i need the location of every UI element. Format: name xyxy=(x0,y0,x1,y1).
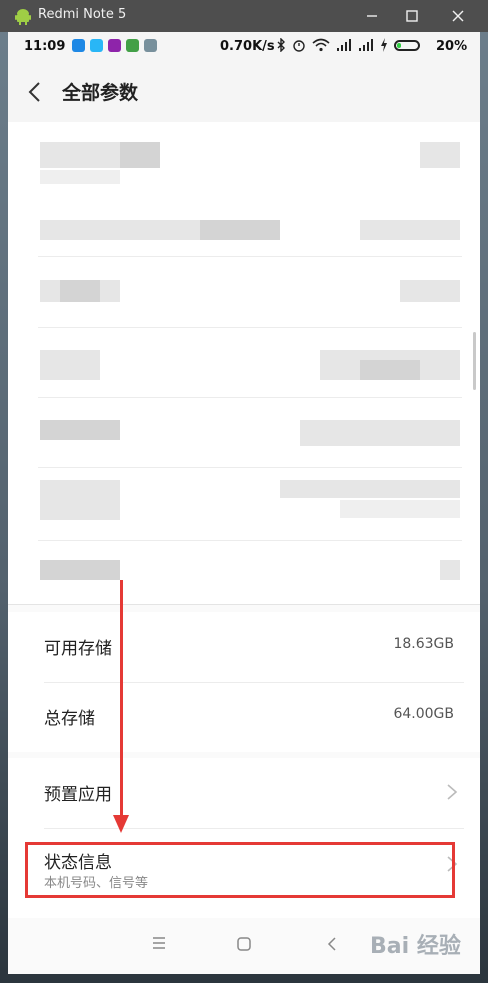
total-storage-row: 总存储 64.00GB xyxy=(8,682,480,752)
blurred-block xyxy=(40,350,100,380)
signal-icon xyxy=(337,39,351,51)
maximize-button[interactable] xyxy=(392,0,432,32)
battery-icon xyxy=(394,39,420,51)
divider xyxy=(38,397,462,398)
blurred-block xyxy=(340,500,460,518)
blurred-block xyxy=(40,170,120,184)
divider xyxy=(38,256,462,257)
system-icons xyxy=(276,38,420,52)
window-title: Redmi Note 5 xyxy=(38,7,127,22)
annotation-highlight-box xyxy=(25,842,455,898)
divider xyxy=(38,327,462,328)
preinstalled-apps-row[interactable]: 预置应用 xyxy=(8,758,480,828)
blurred-block xyxy=(360,220,460,240)
home-icon[interactable] xyxy=(236,936,252,952)
scrollbar[interactable] xyxy=(473,332,476,390)
status-time: 11:09 xyxy=(24,39,66,54)
maximize-icon xyxy=(406,10,418,22)
charging-icon xyxy=(381,38,387,52)
blurred-block xyxy=(200,220,280,240)
status-bar: 11:09 0.70K/s 20% xyxy=(8,32,480,62)
back-arrow-icon[interactable] xyxy=(24,80,48,104)
blurred-block xyxy=(280,480,460,498)
android-notification-icon xyxy=(126,39,139,52)
phone-screen: 11:09 0.70K/s 20% 全部参数 可用存储 18.63GB 总存储 … xyxy=(8,32,480,974)
alarm-icon xyxy=(293,40,305,52)
blurred-block xyxy=(300,420,460,446)
obscured-parameters xyxy=(8,122,480,605)
menu-icon[interactable] xyxy=(151,936,167,950)
blurred-block xyxy=(400,280,460,302)
battery-percent: 20% xyxy=(436,39,468,54)
bluetooth-icon xyxy=(277,38,285,52)
window-titlebar: Redmi Note 5 xyxy=(0,0,488,32)
divider xyxy=(44,828,464,829)
baidu-watermark: Bai 经验 xyxy=(370,934,461,959)
blurred-block xyxy=(40,480,120,520)
message-notification-icon xyxy=(144,39,157,52)
preinstalled-apps-label: 预置应用 xyxy=(44,785,112,805)
total-storage-label: 总存储 xyxy=(44,709,95,729)
storage-card: 可用存储 18.63GB 总存储 64.00GB xyxy=(8,612,480,752)
blurred-block xyxy=(440,560,460,580)
available-storage-row: 可用存储 18.63GB xyxy=(8,612,480,682)
page-header: 全部参数 xyxy=(8,62,480,122)
android-icon xyxy=(15,9,31,25)
minimize-icon xyxy=(367,15,377,17)
page-title: 全部参数 xyxy=(62,82,139,104)
blurred-block xyxy=(40,420,120,440)
annotation-arrow-line xyxy=(120,580,123,818)
blurred-block xyxy=(120,142,160,168)
usb-icon xyxy=(72,39,85,52)
divider xyxy=(38,467,462,468)
blurred-block xyxy=(40,560,120,580)
back-icon[interactable] xyxy=(326,936,338,952)
available-storage-label: 可用存储 xyxy=(44,639,112,659)
close-icon xyxy=(452,10,464,22)
annotation-arrow-head xyxy=(113,815,129,833)
close-button[interactable] xyxy=(438,0,478,32)
signal-icon-2 xyxy=(359,39,373,51)
chevron-right-icon xyxy=(447,784,458,800)
available-storage-value: 18.63GB xyxy=(393,636,454,652)
media-notification-icon xyxy=(108,39,121,52)
battery-fill xyxy=(397,42,402,48)
app-notification-icon xyxy=(90,39,103,52)
divider xyxy=(38,540,462,541)
blurred-block xyxy=(60,280,100,302)
notification-icons xyxy=(72,39,157,52)
minimize-button[interactable] xyxy=(352,0,392,32)
blurred-block xyxy=(360,360,420,380)
network-speed: 0.70K/s xyxy=(220,39,275,54)
wifi-icon xyxy=(312,38,330,52)
total-storage-value: 64.00GB xyxy=(393,706,454,722)
blurred-block xyxy=(420,142,460,168)
